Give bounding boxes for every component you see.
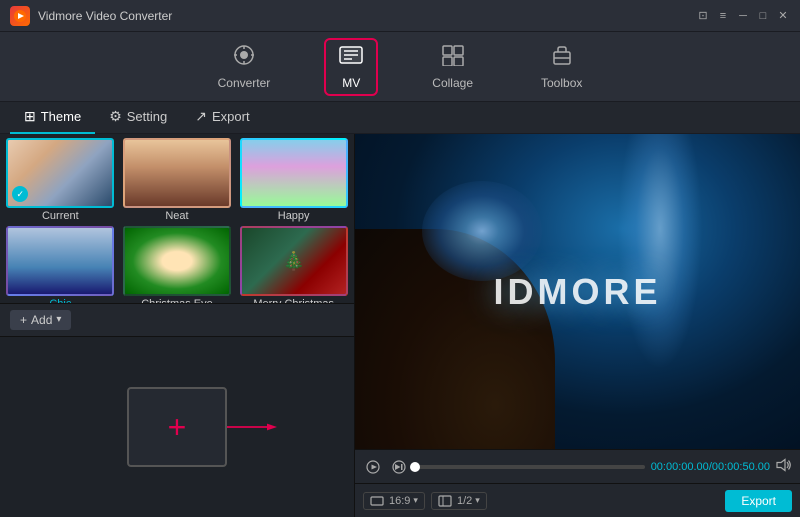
screen-split-button[interactable]: 1/2 ▾ [431,492,487,510]
screen-value: 1/2 [457,495,472,507]
preview-cave-light [422,181,542,281]
sub-nav: ⊞ Theme ⚙ Setting ↗ Export [0,102,800,134]
time-total: 00:00:50.00 [712,461,770,473]
app-logo [10,6,30,26]
converter-icon [232,44,256,72]
titlebar-minimize-btn[interactable]: ─ [736,9,750,23]
mv-icon [338,44,364,72]
titlebar-left: Vidmore Video Converter [10,6,172,26]
main-content: ✓ Current Neat Happy [0,134,800,517]
add-clip-button[interactable]: + [127,387,227,467]
collage-icon [441,44,465,72]
export-button[interactable]: Export [725,490,792,512]
titlebar-controls: ⊡ ≡ ─ □ ✕ [696,9,790,23]
toolbox-icon [550,44,574,72]
tab-collage[interactable]: Collage [418,38,487,96]
add-clip-area: + [0,337,354,517]
add-button[interactable]: + Add ▾ [10,310,71,330]
sub-nav-theme-label: Theme [41,109,81,124]
preview-brand-text: IDMORE [494,271,662,313]
theme-label-christmas: Christmas Eve [141,298,213,303]
theme-thumb-current: ✓ [6,138,114,208]
theme-thumb-chic [6,226,114,296]
tab-mv[interactable]: MV [324,38,378,96]
bottom-bar: 16:9 ▾ 1/2 ▾ Export [355,483,800,517]
ratio-arrow-icon: ▾ [413,495,418,506]
theme-item-neat[interactable]: Neat [121,138,234,222]
nav-tabs: Converter MV Collage [0,32,800,102]
right-panel: IDMORE 00:0 [355,134,800,517]
theme-item-christmas[interactable]: Christmas Eve [121,226,234,303]
aspect-ratio-button[interactable]: 16:9 ▾ [363,492,425,510]
sub-nav-theme[interactable]: ⊞ Theme [10,102,95,134]
tab-toolbox-label: Toolbox [541,76,582,90]
tab-converter-label: Converter [218,76,271,90]
progress-bar[interactable] [415,465,645,469]
titlebar-close-btn[interactable]: ✕ [776,9,790,23]
time-display: 00:00:00.00/00:00:50.00 [651,461,770,473]
theme-thumb-neat [123,138,231,208]
theme-item-chic[interactable]: Chic [4,226,117,303]
bottom-left: 16:9 ▾ 1/2 ▾ [363,492,487,510]
tab-toolbox[interactable]: Toolbox [527,38,596,96]
theme-label-merry: Merry Christmas [253,298,334,303]
theme-label-neat: Neat [165,210,188,222]
titlebar: Vidmore Video Converter ⊡ ≡ ─ □ ✕ [0,0,800,32]
theme-label-happy: Happy [278,210,310,222]
theme-grid: ✓ Current Neat Happy [0,134,354,303]
player-controls: 00:00:00.00/00:00:50.00 [355,449,800,483]
sub-nav-export[interactable]: ↗ Export [181,102,263,134]
theme-item-merry[interactable]: 🎄 Merry Christmas [237,226,350,303]
theme-item-current[interactable]: ✓ Current [4,138,117,222]
screen-arrow-icon: ▾ [475,495,480,506]
theme-icon: ⊞ [24,108,36,125]
clip-plus-icon: + [168,411,187,443]
step-forward-button[interactable] [389,457,409,477]
theme-thumb-merry: 🎄 [240,226,348,296]
setting-icon: ⚙ [109,108,122,125]
theme-item-happy[interactable]: Happy [237,138,350,222]
export-nav-icon: ↗ [195,108,207,125]
theme-thumb-christmas [123,226,231,296]
tab-collage-label: Collage [432,76,473,90]
theme-label-current: Current [42,210,79,222]
sub-nav-setting-label: Setting [127,109,167,124]
titlebar-grid-btn[interactable]: ⊡ [696,9,710,23]
add-plus-icon: + [20,313,27,327]
sub-nav-export-label: Export [212,109,250,124]
tab-converter[interactable]: Converter [204,38,285,96]
add-dropdown-arrow: ▾ [56,314,61,325]
sub-nav-setting[interactable]: ⚙ Setting [95,102,181,134]
theme-label-chic: Chic [49,298,71,303]
titlebar-maximize-btn[interactable]: □ [756,9,770,23]
time-current: 00:00:00.00 [651,461,709,473]
titlebar-menu-btn[interactable]: ≡ [716,9,730,23]
theme-thumb-happy [240,138,348,208]
left-panel: ✓ Current Neat Happy [0,134,355,517]
ratio-value: 16:9 [389,495,410,507]
app-title: Vidmore Video Converter [38,9,172,23]
play-button[interactable] [363,457,383,477]
add-bar: + Add ▾ [0,303,354,337]
add-button-label: Add [31,313,52,327]
tab-mv-label: MV [342,76,360,90]
preview-area: IDMORE [355,134,800,449]
preview-canvas: IDMORE [355,134,800,449]
progress-dot [410,462,420,472]
volume-button[interactable] [776,458,792,475]
arrow-indicator [227,419,277,435]
